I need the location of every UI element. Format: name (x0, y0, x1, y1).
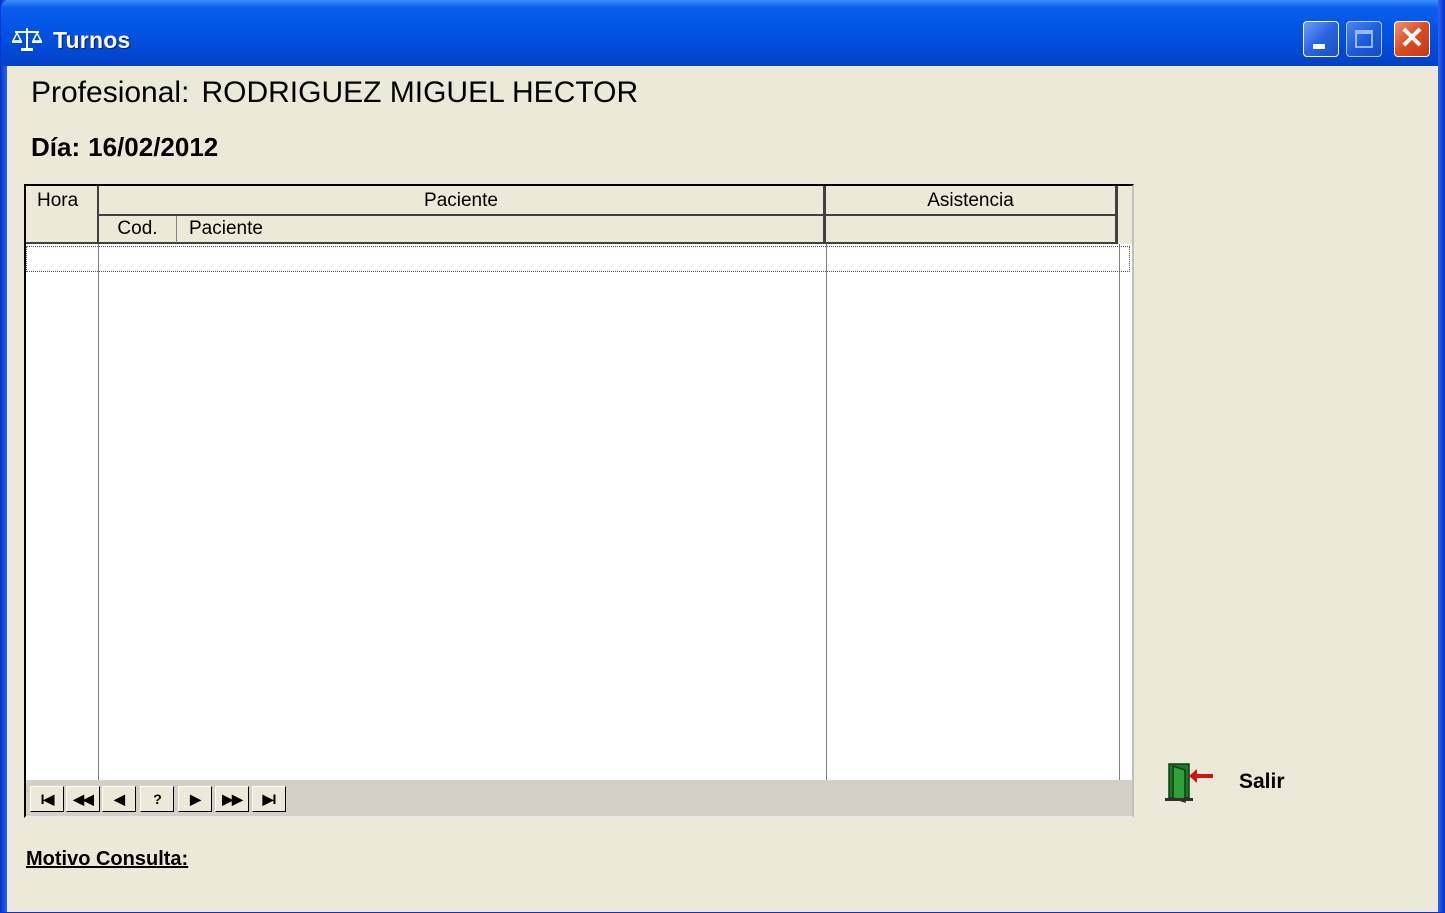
nav-prev-button[interactable]: ◀ (102, 786, 136, 812)
nav-last-button[interactable]: ▶I (252, 786, 286, 812)
nav-prev-page-button[interactable]: ◀◀ (66, 786, 100, 812)
maximize-icon (1355, 30, 1373, 48)
turnos-grid[interactable]: Hora Paciente Asistencia Cod. Paciente I… (24, 184, 1134, 818)
column-header-asistencia[interactable]: Asistencia (826, 186, 1118, 216)
title-bar[interactable]: Turnos ✕ (1, 0, 1444, 66)
nav-next-page-button[interactable]: ▶▶ (215, 786, 249, 812)
profesional-label: Profesional: (31, 76, 190, 109)
column-divider-asistencia (1119, 244, 1120, 780)
window-title: Turnos (53, 27, 131, 53)
column-header-paciente[interactable]: Paciente (177, 216, 826, 244)
header-filler (1118, 186, 1132, 244)
minimize-button[interactable] (1303, 21, 1339, 57)
close-icon: ✕ (1399, 22, 1425, 55)
column-header-cod[interactable]: Cod. (99, 216, 177, 244)
maximize-button[interactable] (1346, 21, 1382, 57)
close-button[interactable]: ✕ (1394, 21, 1430, 57)
minimize-icon (1313, 44, 1325, 49)
nav-query-button[interactable]: ? (140, 786, 174, 812)
salir-label: Salir (1239, 770, 1285, 793)
nav-first-button[interactable]: I◀ (30, 786, 64, 812)
column-subheader-asistencia (826, 216, 1118, 244)
table-row-selected[interactable] (26, 246, 1130, 272)
column-divider-hora (98, 244, 99, 780)
scales-icon (11, 28, 43, 51)
column-divider-paciente (826, 244, 827, 780)
record-navigator: I◀ ◀◀ ◀ ? ▶ ▶▶ ▶I (26, 780, 1132, 816)
profesional-value: RODRIGUEZ MIGUEL HECTOR (201, 76, 639, 109)
column-header-hora[interactable]: Hora (26, 186, 99, 244)
dia-value: 16/02/2012 (88, 132, 219, 162)
turnos-window: Turnos ✕ Profesional: RODRIGUEZ MIGUEL HE… (0, 0, 1445, 913)
column-group-paciente[interactable]: Paciente (99, 186, 826, 216)
nav-next-button[interactable]: ▶ (178, 786, 212, 812)
dia-label: Día: (31, 132, 81, 162)
motivo-consulta-label: Motivo Consulta: (26, 848, 189, 870)
exit-door-icon (1165, 763, 1213, 804)
profesional-line: Profesional: RODRIGUEZ MIGUEL HECTOR (31, 76, 638, 110)
salir-button[interactable]: Salir (1161, 758, 1301, 808)
dia-line: Día: 16/02/2012 (31, 132, 218, 163)
